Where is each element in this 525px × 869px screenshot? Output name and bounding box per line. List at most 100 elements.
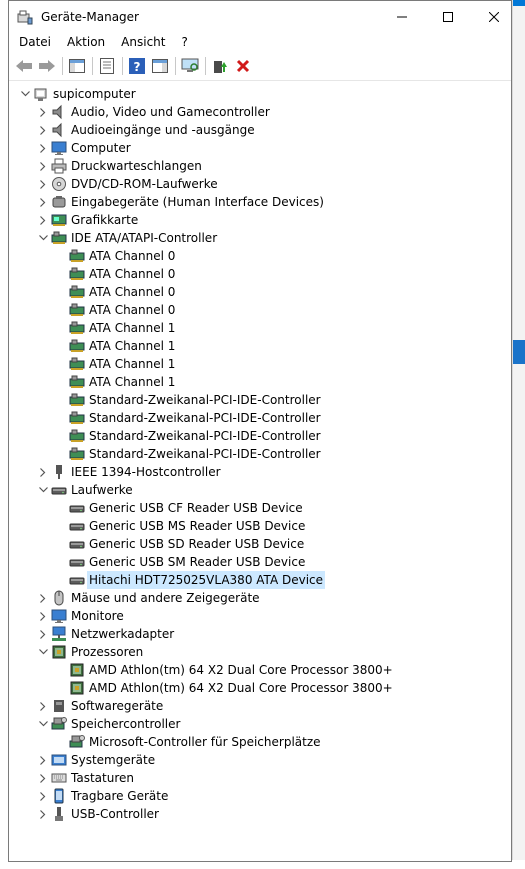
tree-item-label: AMD Athlon(tm) 64 X2 Dual Core Processor… (89, 681, 393, 695)
properties-button[interactable] (96, 55, 118, 77)
storage-icon (51, 717, 67, 730)
chevron-right-icon[interactable] (37, 463, 49, 481)
tree-item[interactable]: Druckwarteschlangen (9, 157, 511, 175)
tree-item[interactable]: Microsoft-Controller für Speicherplätze (9, 733, 511, 751)
tree-item-label: DVD/CD-ROM-Laufwerke (71, 177, 218, 191)
tree-item-label: ATA Channel 1 (89, 357, 176, 371)
forward-button[interactable] (36, 55, 58, 77)
chevron-right-icon[interactable] (37, 697, 49, 715)
chevron-down-icon[interactable] (37, 715, 49, 733)
menu-ansicht[interactable]: Ansicht (113, 35, 173, 49)
tree-item[interactable]: ATA Channel 0 (9, 247, 511, 265)
tree-item-label: Mäuse und andere Zeigegeräte (71, 591, 260, 605)
chevron-right-icon[interactable] (37, 625, 49, 643)
back-button[interactable] (13, 55, 35, 77)
tree-item[interactable]: Standard-Zweikanal-PCI-IDE-Controller (9, 427, 511, 445)
tree-item[interactable]: ATA Channel 1 (9, 355, 511, 373)
computer-icon (34, 88, 47, 101)
tree-item[interactable]: Audioeingänge und -ausgänge (9, 121, 511, 139)
tree-item[interactable]: Prozessoren (9, 643, 511, 661)
tree-item[interactable]: USB-Controller (9, 805, 511, 823)
tree-item[interactable]: DVD/CD-ROM-Laufwerke (9, 175, 511, 193)
chevron-right-icon[interactable] (37, 193, 49, 211)
update-driver-button[interactable] (209, 55, 231, 77)
tree-item[interactable]: ATA Channel 0 (9, 283, 511, 301)
drive-icon (69, 523, 85, 531)
tree-item[interactable]: IEEE 1394-Hostcontroller (9, 463, 511, 481)
software-icon (54, 700, 64, 712)
tree-item[interactable]: Standard-Zweikanal-PCI-IDE-Controller (9, 409, 511, 427)
chevron-down-icon[interactable] (37, 643, 49, 661)
tree-item[interactable]: Netzwerkadapter (9, 625, 511, 643)
tree-item[interactable]: Hitachi HDT725025VLA380 ATA Device (9, 571, 511, 589)
tree-item-label: Standard-Zweikanal-PCI-IDE-Controller (89, 447, 321, 461)
chevron-right-icon[interactable] (37, 211, 49, 229)
console-tree-button[interactable] (66, 55, 88, 77)
chevron-right-icon[interactable] (37, 751, 49, 769)
tree-item[interactable]: Speichercontroller (9, 715, 511, 733)
tree-item[interactable]: Laufwerke (9, 481, 511, 499)
chevron-right-icon[interactable] (37, 607, 49, 625)
menu-help[interactable]: ? (173, 35, 195, 49)
tree-item[interactable]: ATA Channel 1 (9, 337, 511, 355)
chevron-right-icon[interactable] (37, 805, 49, 823)
tree-item[interactable]: AMD Athlon(tm) 64 X2 Dual Core Processor… (9, 679, 511, 697)
chevron-right-icon[interactable] (37, 175, 49, 193)
minimize-button[interactable] (379, 1, 425, 32)
uninstall-button[interactable] (232, 55, 254, 77)
tree-item[interactable]: Grafikkarte (9, 211, 511, 229)
tree-item[interactable]: Tastaturen (9, 769, 511, 787)
tree-item[interactable]: Generic USB SD Reader USB Device (9, 535, 511, 553)
chevron-right-icon[interactable] (37, 787, 49, 805)
chevron-down-icon[interactable] (37, 481, 49, 499)
tree-item-label: ATA Channel 0 (89, 267, 176, 281)
menu-aktion[interactable]: Aktion (59, 35, 113, 49)
tree-item[interactable]: Audio, Video und Gamecontroller (9, 103, 511, 121)
tree-item-label: ATA Channel 1 (89, 375, 176, 389)
chevron-right-icon[interactable] (37, 769, 49, 787)
close-button[interactable] (471, 1, 511, 32)
scan-hardware-button[interactable] (179, 55, 201, 77)
chevron-right-icon[interactable] (37, 157, 49, 175)
tree-item[interactable]: Standard-Zweikanal-PCI-IDE-Controller (9, 391, 511, 409)
maximize-button[interactable] (425, 1, 471, 32)
chevron-right-icon[interactable] (37, 103, 49, 121)
action-pane-button[interactable] (149, 55, 171, 77)
tree-item[interactable]: ATA Channel 0 (9, 265, 511, 283)
show-hide-console-tree-icon (69, 59, 85, 73)
display-adapter-icon (51, 214, 67, 226)
window-title: Geräte-Manager (41, 9, 139, 24)
tree-item[interactable]: Generic USB MS Reader USB Device (9, 517, 511, 535)
ide-icon (69, 375, 85, 388)
tree-item[interactable]: IDE ATA/ATAPI-Controller (9, 229, 511, 247)
tree-item[interactable]: Generic USB SM Reader USB Device (9, 553, 511, 571)
show-hide-action-pane-icon (152, 59, 168, 73)
tree-item[interactable]: Computer (9, 139, 511, 157)
tree-item[interactable]: Generic USB CF Reader USB Device (9, 499, 511, 517)
uninstall-icon (236, 59, 250, 73)
tree-item[interactable]: AMD Athlon(tm) 64 X2 Dual Core Processor… (9, 661, 511, 679)
tree-item[interactable]: Softwaregeräte (9, 697, 511, 715)
tree-item-label: Netzwerkadapter (71, 627, 175, 641)
menu-datei[interactable]: Datei (11, 35, 59, 49)
tree-item[interactable]: Systemgeräte (9, 751, 511, 769)
tree-item[interactable]: ATA Channel 1 (9, 373, 511, 391)
chevron-down-icon[interactable] (37, 229, 49, 247)
device-tree[interactable]: supicomputer Audio, Video und Gamecontrol… (9, 82, 511, 861)
chevron-right-icon[interactable] (37, 139, 49, 157)
tree-item-label: Audio, Video und Gamecontroller (71, 105, 270, 119)
chevron-right-icon[interactable] (37, 589, 49, 607)
help-button[interactable]: ? (126, 55, 148, 77)
tree-item[interactable]: ATA Channel 0 (9, 301, 511, 319)
chevron-down-icon[interactable] (19, 85, 31, 103)
tree-item[interactable]: Mäuse und andere Zeigegeräte (9, 589, 511, 607)
help-icon: ? (129, 58, 145, 74)
chevron-right-icon[interactable] (37, 121, 49, 139)
tree-item[interactable]: Eingabegeräte (Human Interface Devices) (9, 193, 511, 211)
tree-item[interactable]: supicomputer (9, 85, 511, 103)
tree-item[interactable]: Standard-Zweikanal-PCI-IDE-Controller (9, 445, 511, 463)
tree-item[interactable]: Monitore (9, 607, 511, 625)
tree-item[interactable]: Tragbare Geräte (9, 787, 511, 805)
tree-item[interactable]: ATA Channel 1 (9, 319, 511, 337)
tree-item-label: IDE ATA/ATAPI-Controller (71, 231, 218, 245)
